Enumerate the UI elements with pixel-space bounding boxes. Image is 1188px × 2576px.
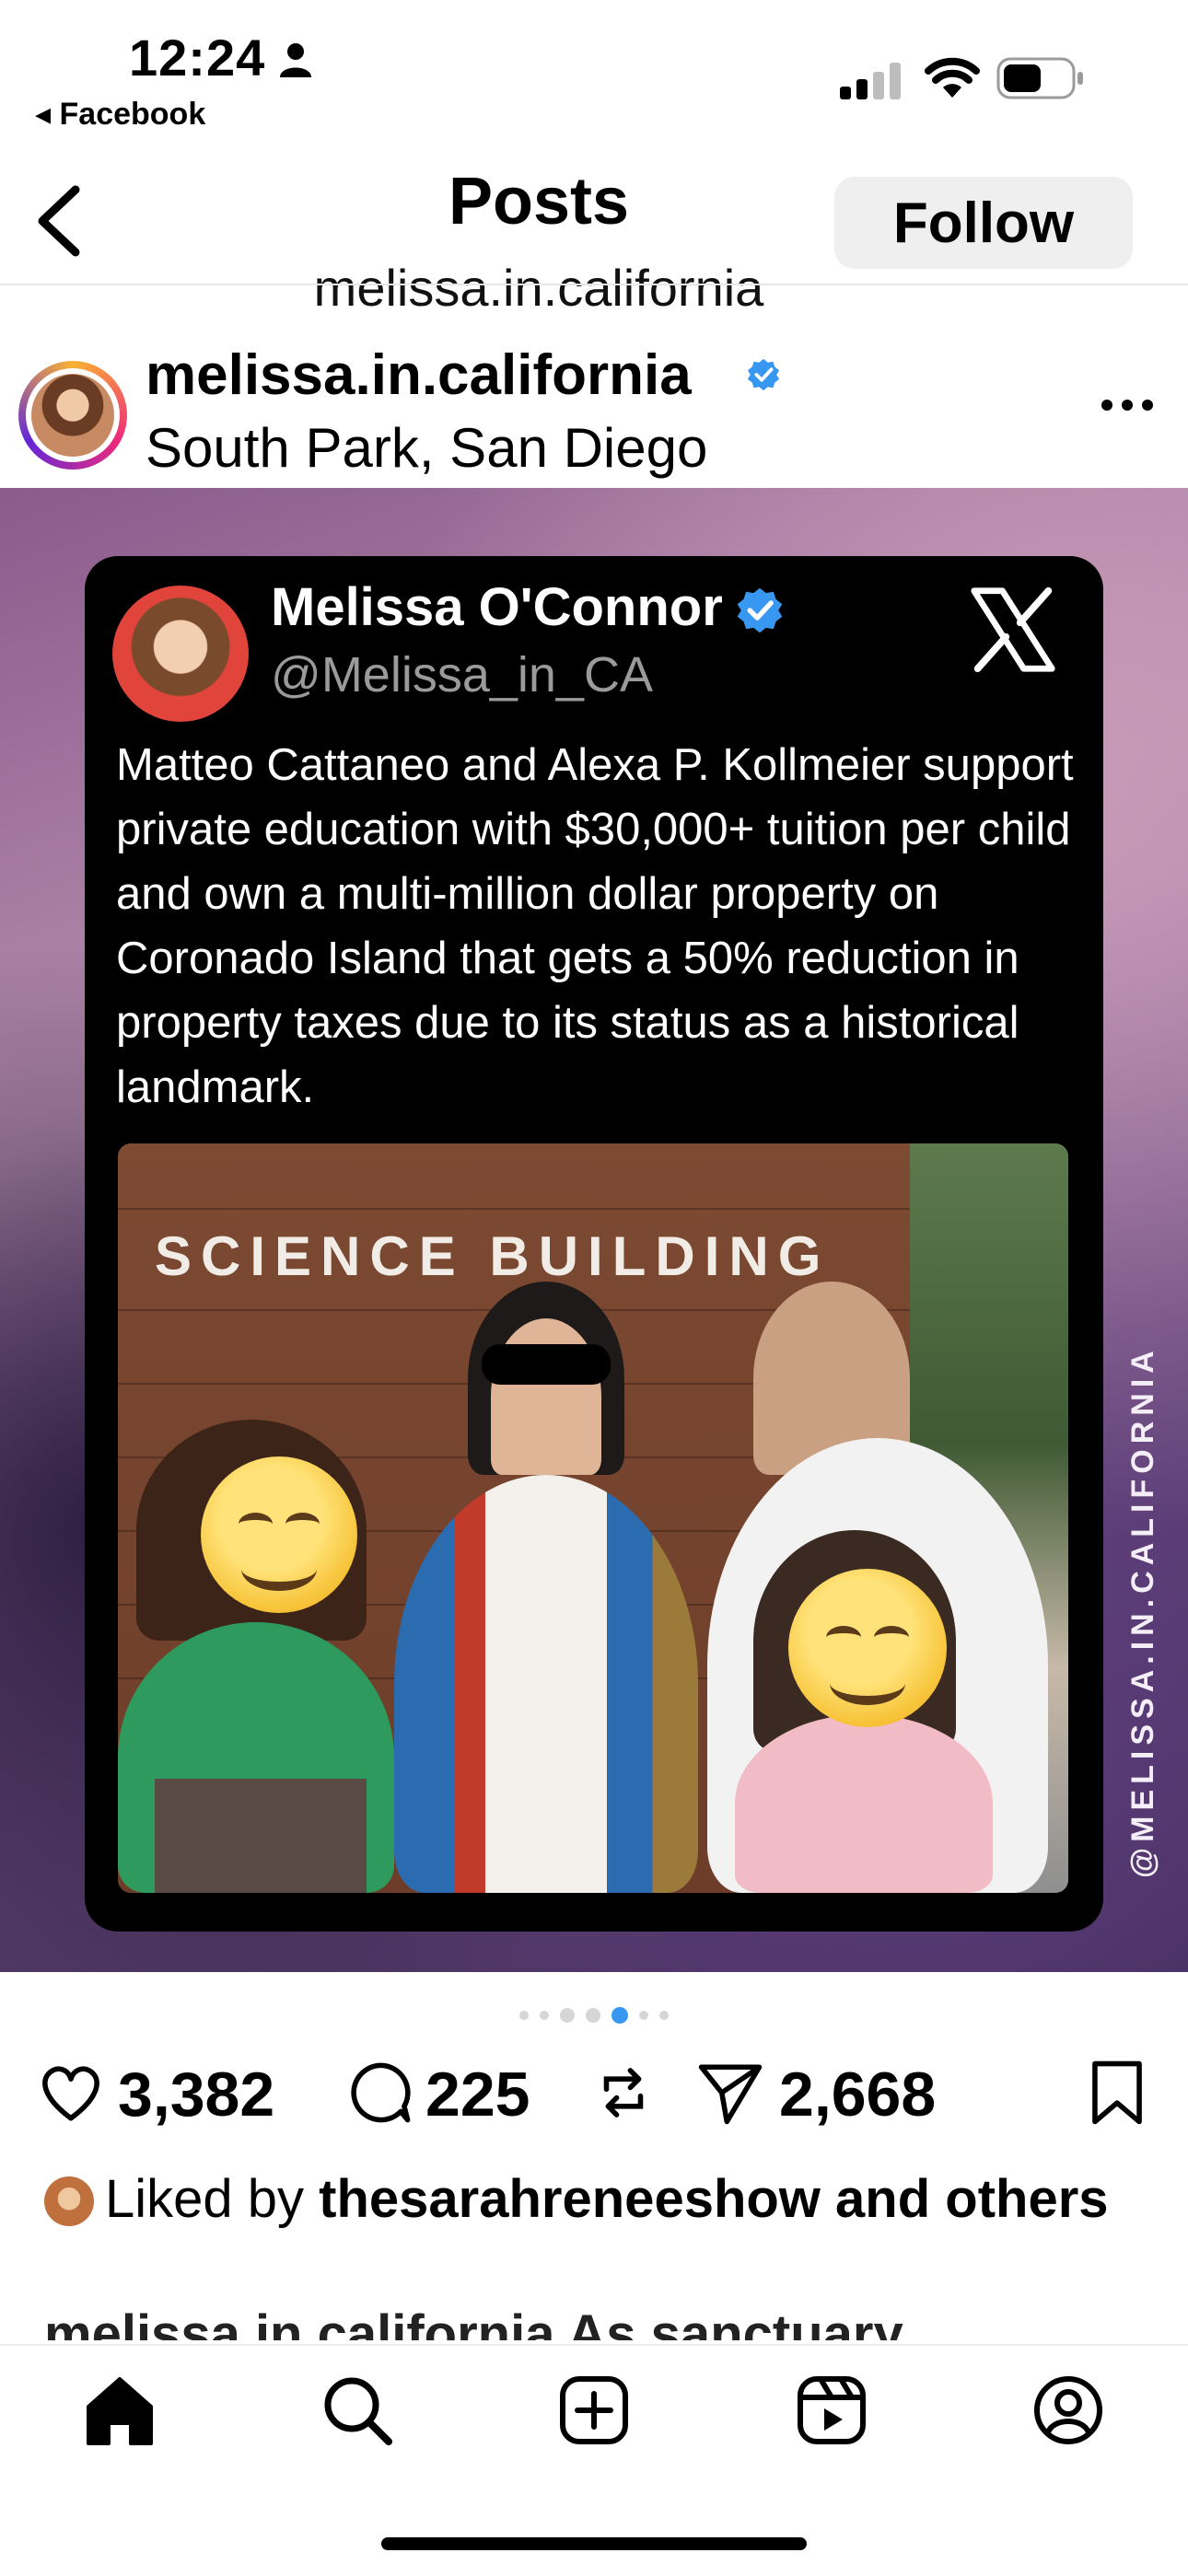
- photo-person-woman-body: [394, 1475, 698, 1893]
- post-username[interactable]: melissa.in.california: [146, 342, 692, 408]
- tweet-photo: SCIENCE BUILDING: [118, 1143, 1068, 1893]
- wifi-icon: [925, 57, 980, 98]
- send-icon[interactable]: [696, 2059, 764, 2127]
- like-count[interactable]: 3,382: [118, 2059, 274, 2130]
- avatar[interactable]: [31, 374, 114, 457]
- photo-person-woman-face: [491, 1318, 601, 1475]
- signal-icon: [840, 63, 901, 99]
- tweet-handle: @Melissa_in_CA: [271, 647, 653, 702]
- liked-by-user[interactable]: thesarahreneeshow: [319, 2169, 821, 2229]
- header-divider: [0, 284, 1188, 285]
- follow-button[interactable]: Follow: [834, 177, 1133, 269]
- more-icon[interactable]: [1100, 398, 1155, 412]
- caption-preview[interactable]: melissa.in.california As sanctuary: [44, 2307, 903, 2340]
- post-watermark: @MELISSA.IN.CALIFORNIA: [1125, 1345, 1160, 1878]
- carousel-dot: [560, 2008, 575, 2023]
- photo-person-girl-right-body: [735, 1714, 993, 1893]
- verified-icon: [747, 358, 780, 391]
- tweet-author-name: Melissa O'Connor: [271, 577, 723, 637]
- carousel-dot-active: [611, 2007, 628, 2024]
- carousel-indicator: [0, 2007, 1188, 2024]
- tweet-avatar: [112, 586, 249, 722]
- blurred-card: [155, 1779, 367, 1893]
- page-subtitle: melissa.in.california: [313, 259, 764, 317]
- heart-icon[interactable]: [37, 2059, 105, 2127]
- back-triangle-icon: ◂: [35, 97, 60, 132]
- share-count[interactable]: 2,668: [779, 2059, 936, 2130]
- carousel-dot: [519, 2011, 529, 2020]
- x-logo-icon: [971, 586, 1055, 673]
- smiling-emoji-icon: [201, 1456, 357, 1613]
- post-actions: 3,382 225 2,668: [0, 2059, 1188, 2141]
- repost-icon[interactable]: [589, 2059, 658, 2127]
- home-indicator: [381, 2537, 807, 2550]
- reels-icon[interactable]: [793, 2372, 870, 2449]
- liked-by-avatar[interactable]: [44, 2176, 94, 2226]
- carousel-dot: [540, 2011, 549, 2020]
- create-icon[interactable]: [555, 2372, 633, 2449]
- person-icon: [280, 43, 311, 77]
- carousel-dot: [639, 2011, 648, 2020]
- carousel-dot: [586, 2008, 600, 2023]
- back-app-label: Facebook: [59, 97, 206, 132]
- status-time: 12:24: [129, 29, 266, 87]
- home-icon[interactable]: [81, 2372, 158, 2449]
- photo-sign-text: SCIENCE BUILDING: [155, 1225, 831, 1287]
- smiling-emoji-icon: [788, 1569, 947, 1727]
- liked-by-suffix: and others: [820, 2169, 1109, 2229]
- tweet-verified-icon: [737, 587, 783, 633]
- bookmark-icon[interactable]: [1083, 2059, 1151, 2127]
- liked-by-prefix: Liked by: [105, 2169, 320, 2229]
- battery-icon: [996, 57, 1083, 99]
- back-to-app-link[interactable]: ◂ Facebook: [35, 96, 205, 133]
- liked-by-text[interactable]: Liked by thesarahreneeshow and others: [105, 2164, 1127, 2235]
- search-icon[interactable]: [319, 2372, 396, 2449]
- profile-icon[interactable]: [1030, 2372, 1107, 2449]
- post-location[interactable]: South Park, San Diego: [146, 416, 707, 480]
- carousel-dot: [659, 2011, 669, 2020]
- comment-count[interactable]: 225: [425, 2059, 530, 2130]
- sunglasses: [482, 1344, 611, 1385]
- tweet-text: Matteo Cattaneo and Alexa P. Kollmeier s…: [116, 740, 1074, 1112]
- comment-icon[interactable]: [346, 2059, 414, 2127]
